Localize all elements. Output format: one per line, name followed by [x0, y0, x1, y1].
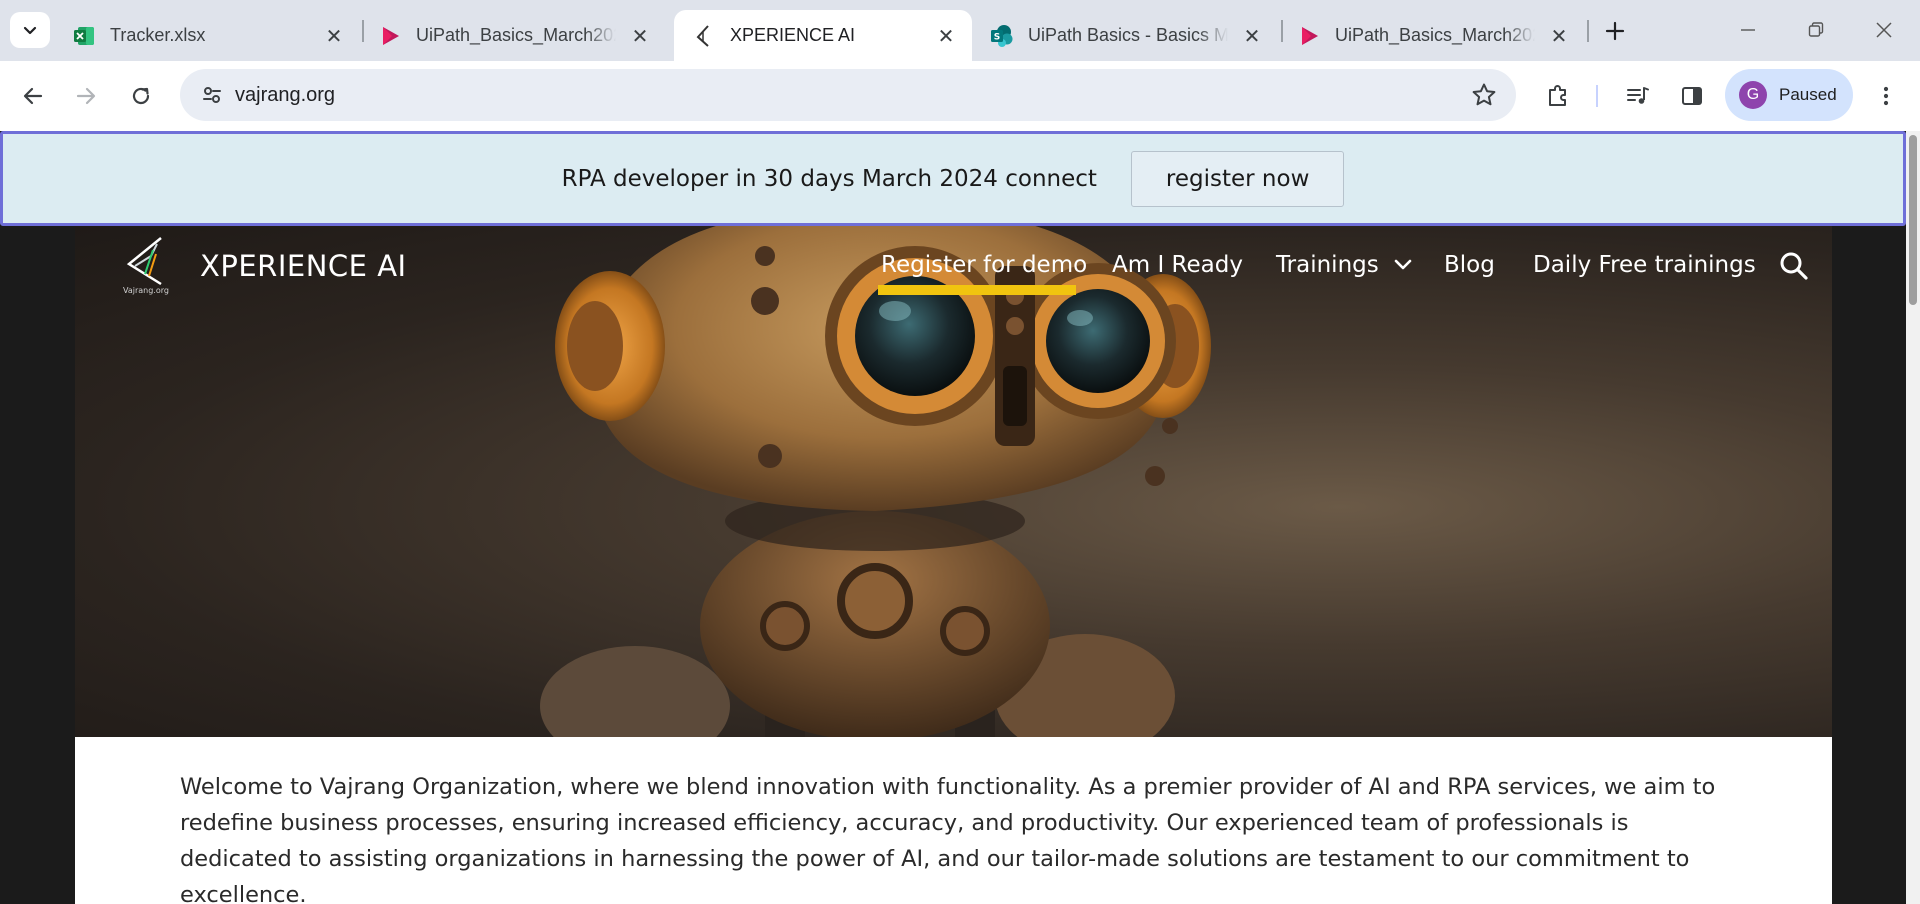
- close-icon[interactable]: ✕: [1240, 24, 1264, 48]
- close-icon[interactable]: ✕: [628, 24, 652, 48]
- page-viewport: RPA developer in 30 days March 2024 conn…: [0, 131, 1920, 904]
- address-bar[interactable]: vajrang.org: [180, 69, 1516, 121]
- intro-paragraph: Welcome to Vajrang Organization, where w…: [180, 774, 1716, 904]
- excel-icon: [72, 24, 96, 48]
- extensions-button[interactable]: [1540, 78, 1576, 114]
- nav-blog[interactable]: Blog: [1444, 252, 1495, 278]
- search-icon[interactable]: [1778, 250, 1810, 282]
- nav-register-for-demo[interactable]: Register for demo: [881, 252, 1087, 278]
- media-controls-button[interactable]: [1620, 78, 1656, 114]
- site-header: Vajrang.org XPERIENCE AI Register for de…: [75, 226, 1832, 316]
- scrollbar-thumb[interactable]: [1909, 135, 1917, 305]
- toolbar-divider: [1596, 85, 1598, 107]
- media-play-icon: [1297, 24, 1321, 48]
- nav-daily-free-trainings[interactable]: Daily Free trainings: [1533, 252, 1756, 278]
- close-icon[interactable]: ✕: [322, 24, 346, 48]
- avatar: G: [1739, 81, 1767, 109]
- tab-strip: Tracker.xlsx ✕ UiPath_Basics_March2024 ✕…: [0, 0, 1920, 61]
- announcement-text: RPA developer in 30 days March 2024 conn…: [561, 165, 1097, 192]
- tab-uipath-basics-sharepoint[interactable]: S UiPath Basics - Basics March ✕: [972, 10, 1278, 61]
- tab-uipath-basics-2[interactable]: UiPath_Basics_March2024 ✕: [1279, 10, 1585, 61]
- intro-section: Welcome to Vajrang Organization, where w…: [75, 737, 1832, 904]
- close-icon: [1876, 22, 1892, 38]
- arrow-right-icon: [76, 87, 96, 105]
- minimize-icon: [1741, 29, 1755, 31]
- url-text[interactable]: vajrang.org: [235, 84, 335, 107]
- tab-title: UiPath Basics - Basics March: [1028, 25, 1228, 45]
- chevron-down-icon: [1394, 259, 1412, 270]
- hero-banner: Vajrang.org XPERIENCE AI Register for de…: [75, 226, 1832, 737]
- side-panel-icon: [1682, 87, 1702, 105]
- reload-icon: [132, 87, 150, 105]
- announcement-bar: RPA developer in 30 days March 2024 conn…: [0, 131, 1906, 226]
- music-queue-icon: [1627, 87, 1649, 104]
- page-scrollbar[interactable]: [1906, 131, 1920, 904]
- profile-button[interactable]: G Paused: [1725, 69, 1853, 121]
- media-play-icon: [378, 24, 402, 48]
- tab-uipath-basics-1[interactable]: UiPath_Basics_March2024 ✕: [360, 10, 666, 61]
- register-now-button[interactable]: register now: [1130, 150, 1345, 207]
- nav-trainings[interactable]: Trainings: [1276, 252, 1412, 278]
- site-brand-name[interactable]: XPERIENCE AI: [200, 249, 407, 283]
- nav-trainings-label: Trainings: [1276, 252, 1379, 278]
- svg-text:S: S: [994, 32, 1000, 42]
- arrow-left-icon: [23, 87, 43, 105]
- restore-icon: [1808, 22, 1824, 37]
- restore-button[interactable]: [1786, 10, 1846, 50]
- minimize-button[interactable]: [1718, 10, 1778, 50]
- tab-xperience-ai[interactable]: XPERIENCE AI ✕: [674, 10, 972, 61]
- tab-search-button[interactable]: [10, 12, 50, 48]
- puzzle-icon: [1549, 85, 1566, 106]
- tab-title: UiPath_Basics_March2024: [416, 25, 616, 45]
- side-panel-button[interactable]: [1674, 78, 1710, 114]
- close-icon[interactable]: ✕: [934, 24, 958, 48]
- site-logo[interactable]: Vajrang.org: [123, 236, 169, 298]
- back-button[interactable]: [13, 76, 53, 116]
- profile-status: Paused: [1779, 85, 1837, 104]
- tab-separator: [1587, 20, 1589, 42]
- reload-button[interactable]: [121, 76, 161, 116]
- browser-toolbar: vajrang.org G Paused: [0, 61, 1920, 131]
- window-close-button[interactable]: [1854, 10, 1914, 50]
- xperience-logo-icon: [692, 24, 716, 48]
- nav-am-i-ready[interactable]: Am I Ready: [1112, 252, 1243, 278]
- tab-title: UiPath_Basics_March2024: [1335, 25, 1535, 45]
- tab-tracker[interactable]: Tracker.xlsx ✕: [54, 10, 360, 61]
- logo-caption: Vajrang.org: [123, 286, 169, 295]
- nav-active-indicator: [878, 285, 1076, 295]
- browser-menu-button[interactable]: [1868, 78, 1904, 114]
- sharepoint-icon: S: [990, 24, 1014, 48]
- forward-button[interactable]: [66, 76, 106, 116]
- close-icon[interactable]: ✕: [1547, 24, 1571, 48]
- tab-title: XPERIENCE AI: [730, 25, 856, 45]
- bookmark-star-icon[interactable]: [1470, 81, 1498, 109]
- chevron-down-icon: [23, 26, 37, 35]
- tab-title: Tracker.xlsx: [110, 25, 206, 45]
- more-vertical-icon: [1883, 86, 1889, 106]
- new-tab-button[interactable]: [1598, 14, 1632, 48]
- xperience-logo-icon: [126, 237, 162, 286]
- plus-icon: [1605, 21, 1625, 41]
- site-settings-icon[interactable]: [196, 79, 228, 111]
